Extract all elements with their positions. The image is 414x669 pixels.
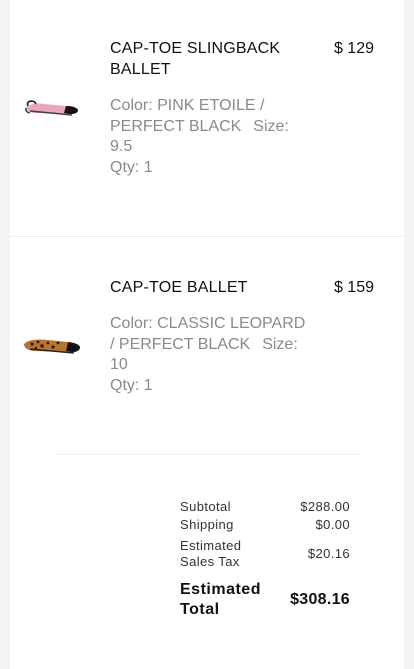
tax-value: $20.16 — [307, 546, 350, 561]
total-label: Estimated Total — [180, 581, 261, 618]
product-price: $ 159 — [333, 279, 374, 296]
product-thumbnail[interactable] — [22, 330, 82, 358]
product-thumbnail[interactable] — [22, 92, 82, 120]
summary-divider — [58, 454, 358, 455]
cart-item: CAP-TOE SLINGBACK BALLET $ 129 Color: PI… — [10, 0, 404, 237]
cart-panel: CAP-TOE SLINGBACK BALLET $ 129 Color: PI… — [10, 0, 404, 669]
product-name[interactable]: CAP-TOE BALLET — [110, 277, 310, 298]
product-price: $ 129 — [333, 40, 374, 57]
order-summary: Subtotal $288.00 Shipping $0.00 Estimate… — [180, 498, 350, 620]
subtotal-value: $288.00 — [300, 499, 350, 514]
total-value: $308.16 — [290, 591, 350, 608]
subtotal-label: Subtotal — [180, 499, 231, 514]
cart-item: CAP-TOE BALLET $ 159 Color: CLASSIC LEOP… — [10, 236, 404, 456]
subtotal-row: Subtotal $288.00 — [180, 498, 350, 516]
product-name[interactable]: CAP-TOE SLINGBACK BALLET — [110, 38, 310, 80]
shipping-row: Shipping $0.00 — [180, 516, 350, 534]
shipping-label: Shipping — [180, 517, 234, 532]
total-row: Estimated Total $308.16 — [180, 580, 350, 620]
product-details: Color: CLASSIC LEOPARD / PERFECT BLACK Si… — [110, 314, 310, 396]
product-color: Color: PINK ETOILE / PERFECT BLACK — [110, 97, 265, 135]
tax-label: Estimated Sales Tax — [180, 538, 242, 569]
shipping-value: $0.00 — [315, 517, 350, 532]
tax-row: Estimated Sales Tax $20.16 — [180, 536, 350, 572]
product-details: Color: PINK ETOILE / PERFECT BLACK Size: … — [110, 96, 310, 178]
product-qty: Qty: 1 — [110, 376, 153, 394]
product-qty: Qty: 1 — [110, 158, 153, 176]
